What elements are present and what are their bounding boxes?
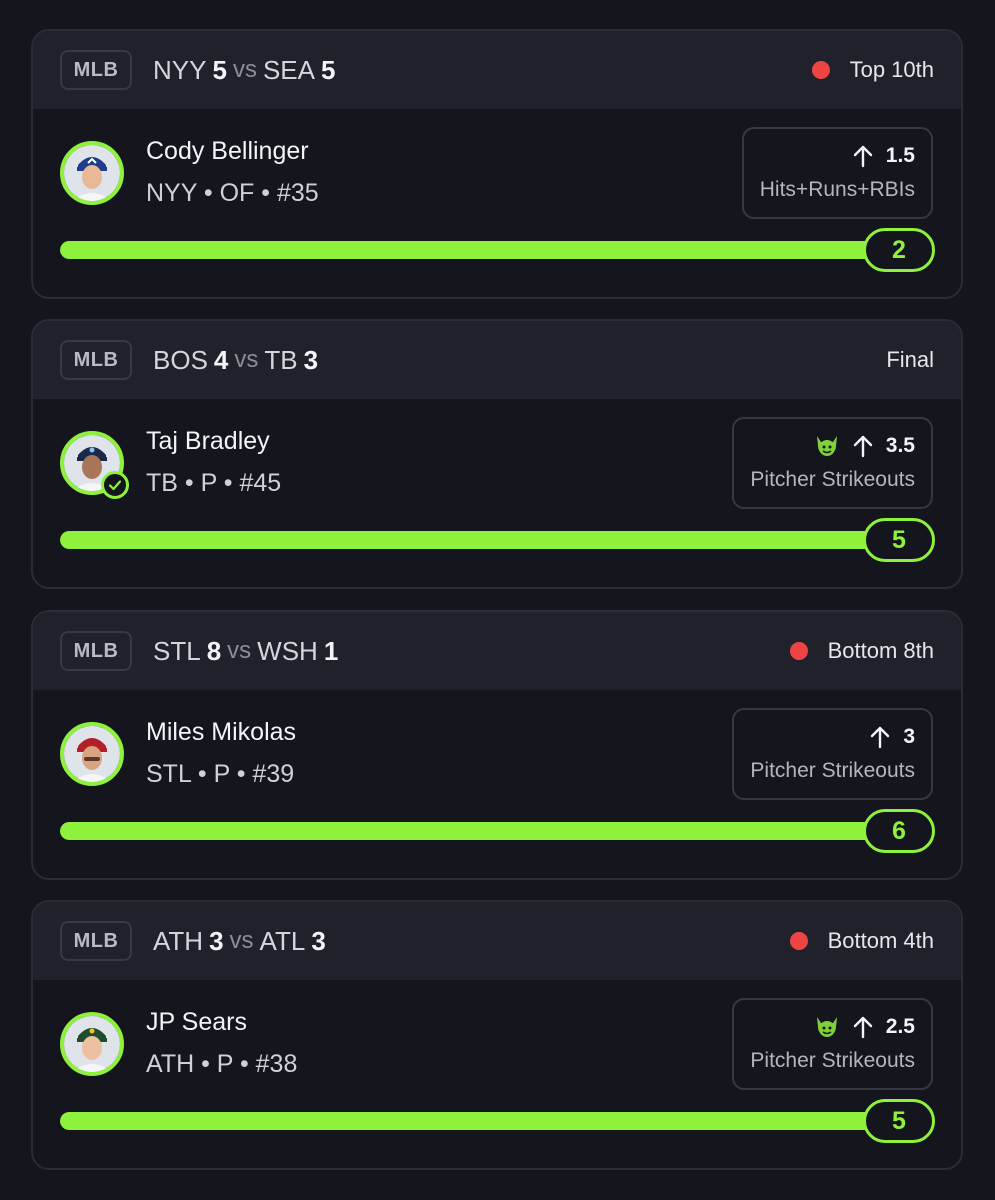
home-team: NYY xyxy=(153,54,207,85)
home-score: 3 xyxy=(209,925,224,956)
player-avatar[interactable] xyxy=(60,1012,124,1076)
league-badge: MLB xyxy=(60,921,132,961)
player-headshot-icon xyxy=(64,1016,120,1072)
pick-card[interactable]: MLB NYY 5 vs SEA 5 Top 10th Cody Belling… xyxy=(31,29,963,299)
player-avatar[interactable] xyxy=(60,141,124,205)
current-value: 5 xyxy=(863,518,935,562)
projection-line: 3.5 xyxy=(885,434,915,457)
projection-box[interactable]: 1.5 Hits+Runs+RBIs xyxy=(741,127,933,219)
away-score: 1 xyxy=(323,635,339,666)
progress-fill xyxy=(60,822,900,840)
home-score: 8 xyxy=(206,635,222,666)
game-header: MLB NYY 5 vs SEA 5 Top 10th xyxy=(33,31,961,109)
away-team: TB xyxy=(264,344,298,375)
projection-line: 3 xyxy=(903,725,915,748)
away-team: ATL xyxy=(259,925,306,956)
league-badge: MLB xyxy=(60,340,132,380)
home-team: ATH xyxy=(153,925,204,956)
live-dot-icon xyxy=(811,61,830,79)
progress-bar xyxy=(60,822,900,840)
game-status: Bottom 8th xyxy=(789,612,934,690)
vs-label: vs xyxy=(229,927,254,954)
game-header: MLB BOS 4 vs TB 3 Final xyxy=(33,321,961,399)
demon-icon xyxy=(816,436,837,456)
away-score: 3 xyxy=(311,925,326,956)
vs-label: vs xyxy=(227,637,252,664)
live-dot-icon xyxy=(789,642,808,660)
league-badge: MLB xyxy=(60,631,132,671)
stat-type: Pitcher Strikeouts xyxy=(750,759,915,782)
player-headshot-icon xyxy=(64,145,120,201)
player-headshot-icon xyxy=(64,726,120,782)
projection-line: 2.5 xyxy=(885,1015,915,1038)
player-meta: NYY • OF • #35 xyxy=(146,179,319,207)
progress-bar xyxy=(60,1112,900,1130)
current-value: 6 xyxy=(863,809,935,853)
current-value: 2 xyxy=(863,228,935,272)
game-header: MLB STL 8 vs WSH 1 Bottom 8th xyxy=(33,612,961,690)
progress-fill xyxy=(60,241,900,259)
game-period: Bottom 8th xyxy=(827,638,934,663)
projection-line: 1.5 xyxy=(885,144,915,167)
game-matchup: ATH 3 vs ATL 3 xyxy=(153,902,326,980)
home-team: STL xyxy=(153,635,201,666)
arrow-up-icon xyxy=(853,435,872,458)
home-team: BOS xyxy=(153,344,208,375)
game-status: Final xyxy=(886,321,934,399)
home-score: 4 xyxy=(213,344,229,375)
game-matchup: STL 8 vs WSH 1 xyxy=(153,612,338,690)
player-name: Taj Bradley xyxy=(146,427,270,455)
league-badge: MLB xyxy=(60,50,132,90)
player-name: Miles Mikolas xyxy=(146,718,297,746)
game-status: Bottom 4th xyxy=(789,902,934,980)
player-meta: STL • P • #39 xyxy=(146,760,295,788)
live-dot-icon xyxy=(789,932,808,950)
away-team: WSH xyxy=(257,635,318,666)
current-value: 5 xyxy=(863,1099,935,1143)
game-status: Top 10th xyxy=(811,31,934,109)
progress-fill xyxy=(60,531,900,549)
verified-check-icon xyxy=(101,471,129,499)
player-name: JP Sears xyxy=(146,1008,247,1036)
pick-card[interactable]: MLB ATH 3 vs ATL 3 Bottom 4th JP Sears A… xyxy=(31,900,963,1170)
progress-bar xyxy=(60,531,900,549)
progress-bar xyxy=(60,241,900,259)
game-matchup: NYY 5 vs SEA 5 xyxy=(153,31,335,109)
away-team: SEA xyxy=(262,54,315,85)
home-score: 5 xyxy=(212,54,227,85)
game-period: Final xyxy=(886,347,934,372)
away-score: 5 xyxy=(320,54,336,85)
projection-box[interactable]: 2.5 Pitcher Strikeouts xyxy=(732,998,933,1090)
game-period: Bottom 4th xyxy=(827,928,934,953)
stat-type: Pitcher Strikeouts xyxy=(750,468,915,491)
arrow-up-icon xyxy=(871,726,890,749)
game-matchup: BOS 4 vs TB 3 xyxy=(153,321,318,399)
stat-type: Pitcher Strikeouts xyxy=(750,1049,915,1072)
projection-box[interactable]: 3 Pitcher Strikeouts xyxy=(732,708,933,800)
game-period: Top 10th xyxy=(849,57,934,82)
player-avatar[interactable] xyxy=(60,722,124,786)
player-meta: ATH • P • #38 xyxy=(146,1050,298,1078)
game-header: MLB ATH 3 vs ATL 3 Bottom 4th xyxy=(33,902,961,980)
stat-type: Hits+Runs+RBIs xyxy=(759,178,915,201)
demon-icon xyxy=(816,1017,837,1037)
vs-label: vs xyxy=(234,346,259,373)
pick-card[interactable]: MLB BOS 4 vs TB 3 Final Taj Bradley TB •… xyxy=(31,319,963,589)
player-name: Cody Bellinger xyxy=(146,137,309,165)
projection-box[interactable]: 3.5 Pitcher Strikeouts xyxy=(732,417,933,509)
arrow-up-icon xyxy=(853,145,872,168)
pick-card[interactable]: MLB STL 8 vs WSH 1 Bottom 8th Miles Miko… xyxy=(31,610,963,880)
progress-fill xyxy=(60,1112,900,1130)
player-meta: TB • P • #45 xyxy=(146,469,282,497)
arrow-up-icon xyxy=(853,1016,872,1039)
vs-label: vs xyxy=(232,56,257,83)
away-score: 3 xyxy=(303,344,319,375)
